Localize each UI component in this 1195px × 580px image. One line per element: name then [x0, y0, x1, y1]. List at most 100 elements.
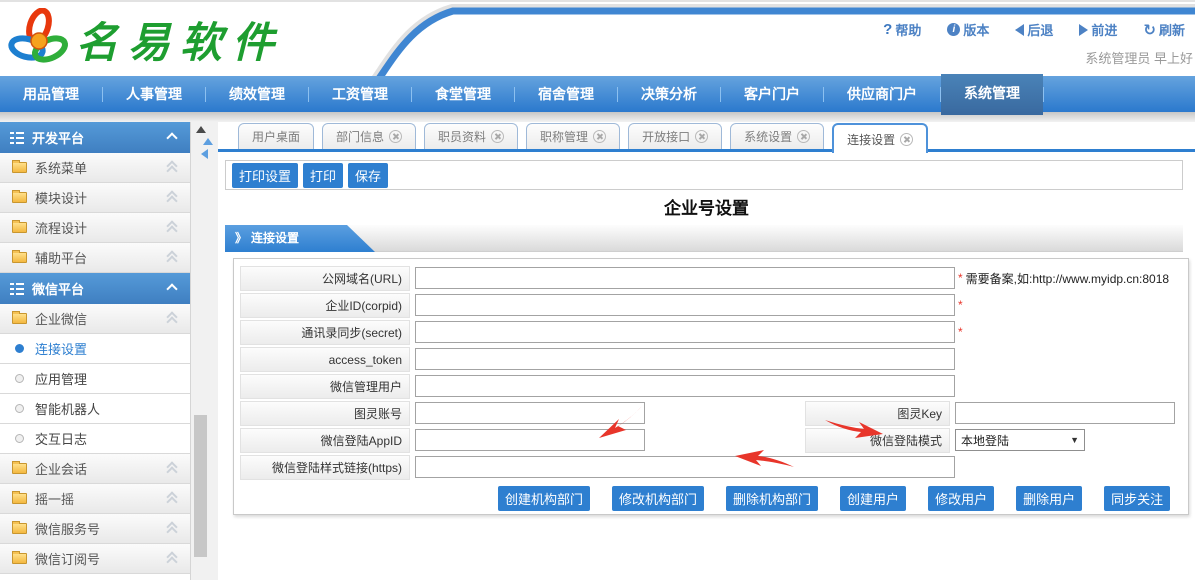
nav-item-system-management[interactable]: 系统管理 — [941, 74, 1043, 115]
forward-link[interactable]: 前进 — [1079, 20, 1117, 39]
sidebar-item-wechat-subscription[interactable]: 微信订阅号 — [0, 544, 190, 574]
tab-department-info[interactable]: 部门信息 — [322, 123, 416, 149]
wechat-login-style-link-input[interactable] — [415, 456, 955, 478]
double-chevron-up-icon — [168, 161, 178, 174]
print-settings-button[interactable]: 打印设置 — [232, 163, 298, 188]
scroll-top-icon[interactable] — [196, 126, 206, 133]
sidebar-group-wechat-platform[interactable]: 微信平台 — [0, 273, 190, 304]
nav-item-analysis[interactable]: 决策分析 — [618, 76, 720, 112]
nav-item-dormitory[interactable]: 宿舍管理 — [515, 76, 617, 112]
delete-user-button[interactable]: 删除用户 — [1016, 486, 1082, 511]
double-chevron-up-icon — [168, 552, 178, 565]
form-row-public-url: 公网域名(URL) *需要备案,如:http://www.myidp.cn:80… — [240, 265, 1188, 291]
folder-icon — [12, 162, 27, 173]
nav-item-supplier-portal[interactable]: 供应商门户 — [824, 76, 940, 112]
field-label: 微信登陆模式 — [805, 428, 950, 453]
sidebar-item-process-design[interactable]: 流程设计 — [0, 213, 190, 243]
version-link[interactable]: i 版本 — [947, 20, 989, 39]
tab-user-desktop[interactable]: 用户桌面 — [238, 123, 314, 149]
close-icon[interactable] — [695, 130, 708, 143]
access-token-input[interactable] — [415, 348, 955, 370]
tab-staff-profile[interactable]: 职员资料 — [424, 123, 518, 149]
field-label: 微信管理用户 — [240, 374, 410, 399]
form-row-login-appid: 微信登陆AppID 微信登陆模式 本地登陆 ▼ — [240, 427, 1188, 453]
double-chevron-up-icon — [168, 492, 178, 505]
form-row-turing: 图灵账号 图灵Key — [240, 400, 1188, 426]
sync-follow-button[interactable]: 同步关注 — [1104, 486, 1170, 511]
close-icon[interactable] — [797, 130, 810, 143]
connection-settings-form: 公网域名(URL) *需要备案,如:http://www.myidp.cn:80… — [233, 258, 1189, 515]
tab-title-management[interactable]: 职称管理 — [526, 123, 620, 149]
toolbar: 打印设置 打印 保存 — [225, 160, 1183, 190]
refresh-link[interactable]: ↻ 刷新 — [1143, 20, 1185, 39]
scroll-up-icon[interactable] — [203, 138, 213, 145]
public-url-input[interactable] — [415, 267, 955, 289]
wechat-login-appid-input[interactable] — [415, 429, 645, 451]
sidebar-item-enterprise-wechat[interactable]: 企业微信 — [0, 304, 190, 334]
print-button[interactable]: 打印 — [303, 163, 343, 188]
field-label: 企业ID(corpid) — [240, 293, 410, 318]
sidebar-gutter — [190, 122, 218, 580]
delete-org-dept-button[interactable]: 删除机构部门 — [726, 486, 818, 511]
corpid-input[interactable] — [415, 294, 955, 316]
folder-icon — [12, 463, 27, 474]
sidebar-item-module-design[interactable]: 模块设计 — [0, 183, 190, 213]
turing-account-input[interactable] — [415, 402, 645, 424]
nav-item-hr[interactable]: 人事管理 — [103, 76, 205, 112]
help-link[interactable]: ? 帮助 — [883, 20, 921, 39]
tab-connection-settings[interactable]: 连接设置 — [832, 123, 928, 153]
save-button[interactable]: 保存 — [348, 163, 388, 188]
field-label: 图灵Key — [805, 401, 950, 426]
form-row-login-style-link: 微信登陆样式链接(https) — [240, 454, 1188, 480]
sidebar-item-app-management[interactable]: 应用管理 — [0, 364, 190, 394]
double-chevron-up-icon — [168, 221, 178, 234]
close-icon[interactable] — [900, 133, 913, 146]
wechat-login-mode-select[interactable]: 本地登陆 ▼ — [955, 429, 1085, 451]
sidebar-item-shake[interactable]: 摇一摇 — [0, 484, 190, 514]
form-row-wechat-admin: 微信管理用户 — [240, 373, 1188, 399]
folder-icon — [12, 252, 27, 263]
turing-key-input[interactable] — [955, 402, 1175, 424]
nav-item-performance[interactable]: 绩效管理 — [206, 76, 308, 112]
collapse-left-icon[interactable] — [201, 149, 208, 159]
nav-item-canteen[interactable]: 食堂管理 — [412, 76, 514, 112]
sidebar-item-enterprise-session[interactable]: 企业会话 — [0, 454, 190, 484]
folder-icon — [12, 553, 27, 564]
question-icon: ? — [883, 21, 892, 38]
close-icon[interactable] — [491, 130, 504, 143]
folder-icon — [12, 192, 27, 203]
sidebar-item-connection-settings[interactable]: 连接设置 — [0, 334, 190, 364]
logo-triangle-icon — [8, 8, 70, 70]
close-icon[interactable] — [593, 130, 606, 143]
wechat-admin-input[interactable] — [415, 375, 955, 397]
close-icon[interactable] — [389, 130, 402, 143]
sidebar-item-smart-robot[interactable]: 智能机器人 — [0, 394, 190, 424]
modify-user-button[interactable]: 修改用户 — [928, 486, 994, 511]
field-label: 图灵账号 — [240, 401, 410, 426]
nav-item-salary[interactable]: 工资管理 — [309, 76, 411, 112]
menu-list-icon — [10, 132, 24, 144]
field-note: 需要备案,如:http://www.myidp.cn:8018 — [966, 270, 1169, 287]
required-star: * — [958, 325, 963, 339]
document-tabstrip: 用户桌面 部门信息 职员资料 职称管理 开放接口 系统设置 连接设置 — [218, 122, 1195, 153]
sidebar-scrollbar-thumb[interactable] — [194, 415, 207, 557]
nav-divider — [1043, 87, 1044, 102]
back-link[interactable]: 后退 — [1015, 20, 1053, 39]
sidebar-item-wechat-service[interactable]: 微信服务号 — [0, 514, 190, 544]
bullet-icon — [15, 434, 24, 443]
create-user-button[interactable]: 创建用户 — [840, 486, 906, 511]
sidebar-item-system-menu[interactable]: 系统菜单 — [0, 153, 190, 183]
modify-org-dept-button[interactable]: 修改机构部门 — [612, 486, 704, 511]
sidebar-group-dev-platform[interactable]: 开发平台 — [0, 122, 190, 153]
page-title: 企业号设置 — [218, 194, 1195, 219]
nav-item-supplies[interactable]: 用品管理 — [0, 76, 102, 112]
tab-system-settings[interactable]: 系统设置 — [730, 123, 824, 149]
user-greeting: 系统管理员 早上好 — [1085, 48, 1193, 67]
sidebar-item-interaction-log[interactable]: 交互日志 — [0, 424, 190, 454]
nav-item-customer-portal[interactable]: 客户门户 — [721, 76, 823, 112]
create-org-dept-button[interactable]: 创建机构部门 — [498, 486, 590, 511]
sidebar-item-aux-platform[interactable]: 辅助平台 — [0, 243, 190, 273]
tab-open-api[interactable]: 开放接口 — [628, 123, 722, 149]
menu-list-icon — [10, 283, 24, 295]
secret-input[interactable] — [415, 321, 955, 343]
